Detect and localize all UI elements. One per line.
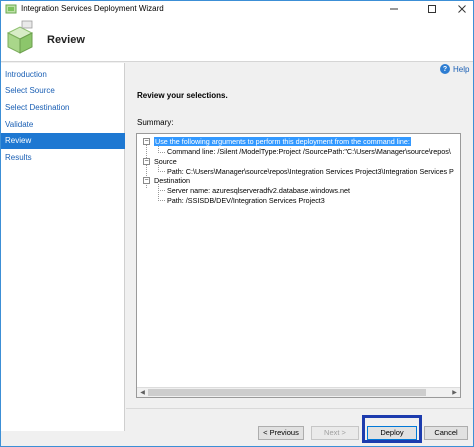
help-label: Help xyxy=(453,64,470,74)
tree-connector xyxy=(158,184,159,201)
tree-item-server-name[interactable]: Server name: azuresqlserveradfv2.databas… xyxy=(167,186,350,195)
tree-item-source-path[interactable]: Path: C:\Users\Manager\source\repos\Inte… xyxy=(167,167,454,176)
sidebar-item-select-destination[interactable]: Select Destination xyxy=(1,100,125,116)
tree-connector xyxy=(158,200,165,201)
sidebar-item-introduction[interactable]: Introduction xyxy=(1,67,125,83)
tree-item-command-line[interactable]: Command line: /Silent /ModelType:Project… xyxy=(167,147,451,156)
wizard-sidebar: Introduction Select Source Select Destin… xyxy=(1,63,125,431)
review-panel: ? Help Review your selections. Summary: … xyxy=(126,63,473,408)
tree-connector xyxy=(158,152,165,153)
tree-node-destination[interactable]: Destination xyxy=(154,176,190,185)
cancel-button[interactable]: Cancel xyxy=(424,426,468,440)
deploy-highlight-box xyxy=(362,415,422,443)
wizard-window: Integration Services Deployment Wizard R… xyxy=(0,0,474,447)
window-title: Integration Services Deployment Wizard xyxy=(21,4,164,13)
wizard-header: Review xyxy=(1,17,473,62)
summary-tree[interactable]: − Use the following arguments to perform… xyxy=(136,133,461,398)
review-heading: Review your selections. xyxy=(137,91,228,100)
sidebar-item-validate[interactable]: Validate xyxy=(1,117,125,133)
collapse-destination-icon[interactable]: − xyxy=(143,177,150,184)
next-button[interactable]: Next > xyxy=(311,426,359,440)
title-bar: Integration Services Deployment Wizard xyxy=(1,1,473,17)
tree-connector xyxy=(158,171,165,172)
sidebar-item-results[interactable]: Results xyxy=(1,150,125,166)
horizontal-scrollbar[interactable]: ◀ ▶ xyxy=(137,387,460,397)
sidebar-item-review[interactable]: Review xyxy=(1,133,125,149)
summary-label: Summary: xyxy=(137,118,174,127)
help-icon: ? xyxy=(440,64,450,74)
collapse-arguments-icon[interactable]: − xyxy=(143,138,150,145)
wizard-app-icon xyxy=(5,4,17,14)
tree-connector xyxy=(158,190,165,191)
minimize-icon[interactable] xyxy=(381,1,407,17)
page-title: Review xyxy=(47,34,85,46)
previous-button[interactable]: < Previous xyxy=(258,426,304,440)
scroll-left-icon[interactable]: ◀ xyxy=(138,389,147,397)
scroll-thumb[interactable] xyxy=(148,389,426,396)
close-icon[interactable] xyxy=(449,1,474,17)
maximize-icon[interactable] xyxy=(419,1,445,17)
scroll-right-icon[interactable]: ▶ xyxy=(450,389,459,397)
deployment-package-icon xyxy=(6,20,34,54)
tree-node-arguments[interactable]: Use the following arguments to perform t… xyxy=(154,137,411,146)
help-link[interactable]: ? Help xyxy=(440,64,469,74)
tree-item-destination-path[interactable]: Path: /SSISDB/DEV/Integration Services P… xyxy=(167,196,325,205)
tree-node-source[interactable]: Source xyxy=(154,157,177,166)
sidebar-item-select-source[interactable]: Select Source xyxy=(1,83,125,99)
collapse-source-icon[interactable]: − xyxy=(143,158,150,165)
